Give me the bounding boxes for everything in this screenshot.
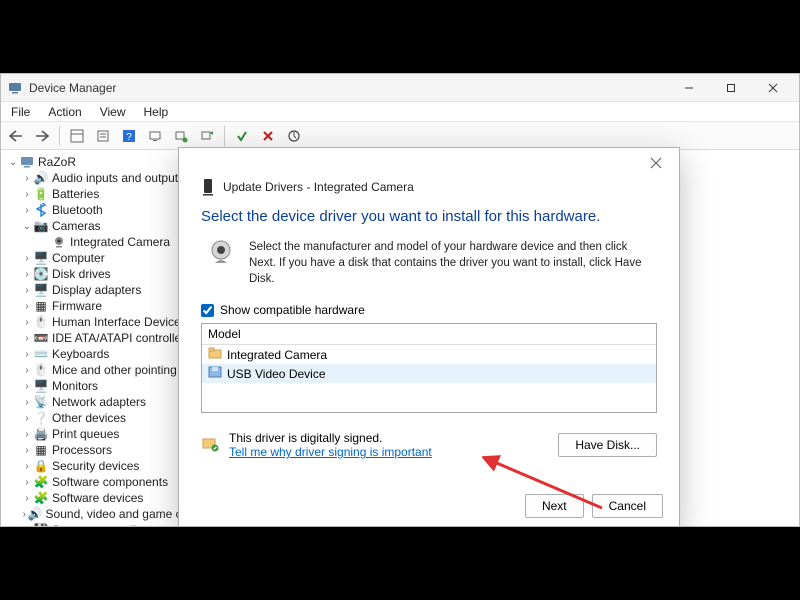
printer-icon: 🖨️ bbox=[33, 427, 49, 441]
software-icon: 🧩 bbox=[33, 491, 49, 505]
update-driver-button[interactable] bbox=[196, 125, 218, 147]
close-button[interactable] bbox=[753, 77, 793, 99]
camera-icon: 📷 bbox=[33, 219, 49, 233]
scan-changes-button[interactable] bbox=[283, 125, 305, 147]
software-icon: 🧩 bbox=[33, 475, 49, 489]
update-drivers-dialog: Update Drivers - Integrated Camera Selec… bbox=[178, 147, 680, 527]
disk-icon: 💽 bbox=[33, 267, 49, 281]
mouse-icon: 🖱️ bbox=[33, 363, 49, 377]
app-icon bbox=[7, 80, 23, 96]
show-hide-tree-button[interactable] bbox=[66, 125, 88, 147]
sound-icon: 🔊 bbox=[28, 507, 43, 521]
uninstall-device-button[interactable] bbox=[257, 125, 279, 147]
chip-icon: ▦ bbox=[33, 299, 49, 313]
security-icon: 🔒 bbox=[33, 459, 49, 473]
hid-icon: 🖱️ bbox=[33, 315, 49, 329]
minimize-button[interactable] bbox=[669, 77, 709, 99]
cancel-button[interactable]: Cancel bbox=[592, 494, 663, 518]
ide-icon: 📼 bbox=[33, 331, 49, 345]
menu-help[interactable]: Help bbox=[140, 104, 173, 120]
storage-icon: 💾 bbox=[33, 523, 49, 526]
titlebar: Device Manager bbox=[1, 74, 799, 102]
chevron-down-icon: ⌄ bbox=[7, 157, 19, 168]
cpu-icon: ▦ bbox=[33, 443, 49, 457]
back-button[interactable] bbox=[5, 125, 27, 147]
dialog-heading: Update Drivers - Integrated Camera bbox=[223, 180, 414, 194]
signing-link[interactable]: Tell me why driver signing is important bbox=[229, 445, 432, 459]
maximize-button[interactable] bbox=[711, 77, 751, 99]
menubar: File Action View Help bbox=[1, 102, 799, 122]
speaker-icon: 🔊 bbox=[33, 171, 49, 185]
tree-root-label: RaZoR bbox=[38, 155, 76, 169]
webcam-icon bbox=[51, 235, 67, 249]
network-icon: 📡 bbox=[33, 395, 49, 409]
battery-icon: 🔋 bbox=[33, 187, 49, 201]
menu-action[interactable]: Action bbox=[44, 104, 85, 120]
device-icon bbox=[201, 178, 215, 196]
model-item[interactable]: Integrated Camera bbox=[202, 345, 656, 364]
add-hardware-button[interactable] bbox=[170, 125, 192, 147]
computer-icon: 🖥️ bbox=[33, 251, 49, 265]
dialog-instruction: Select the device driver you want to ins… bbox=[179, 208, 679, 239]
show-compatible-checkbox[interactable] bbox=[201, 304, 214, 317]
display-icon: 🖥️ bbox=[33, 283, 49, 297]
bluetooth-icon bbox=[33, 203, 49, 217]
help-button[interactable]: ? bbox=[118, 125, 140, 147]
forward-button[interactable] bbox=[31, 125, 53, 147]
driver-folder-icon bbox=[208, 347, 222, 362]
driver-disk-icon bbox=[208, 366, 222, 381]
menu-view[interactable]: View bbox=[96, 104, 130, 120]
model-item-selected[interactable]: USB Video Device bbox=[202, 364, 656, 383]
scan-hardware-button[interactable] bbox=[144, 125, 166, 147]
webcam-large-icon bbox=[207, 239, 235, 267]
window-title: Device Manager bbox=[29, 81, 669, 95]
dialog-description: Select the manufacturer and model of you… bbox=[249, 239, 657, 287]
next-button[interactable]: Next bbox=[525, 494, 584, 518]
enable-device-button[interactable] bbox=[231, 125, 253, 147]
model-list-header: Model bbox=[202, 324, 656, 345]
dialog-close-button[interactable] bbox=[641, 151, 671, 175]
show-compatible-label: Show compatible hardware bbox=[220, 303, 365, 317]
keyboard-icon: ⌨️ bbox=[33, 347, 49, 361]
computer-icon bbox=[19, 155, 35, 169]
menu-file[interactable]: File bbox=[7, 104, 34, 120]
chevron-down-icon: ⌄ bbox=[21, 221, 33, 232]
model-list[interactable]: Model Integrated Camera USB Video Device bbox=[201, 323, 657, 413]
properties-button[interactable] bbox=[92, 125, 114, 147]
other-icon: ❔ bbox=[33, 411, 49, 425]
monitor-icon: 🖥️ bbox=[33, 379, 49, 393]
svg-text:?: ? bbox=[126, 132, 132, 143]
have-disk-button[interactable]: Have Disk... bbox=[558, 433, 657, 457]
signed-icon bbox=[201, 436, 219, 454]
signed-text: This driver is digitally signed. bbox=[229, 431, 432, 445]
toolbar: ? bbox=[1, 122, 799, 150]
